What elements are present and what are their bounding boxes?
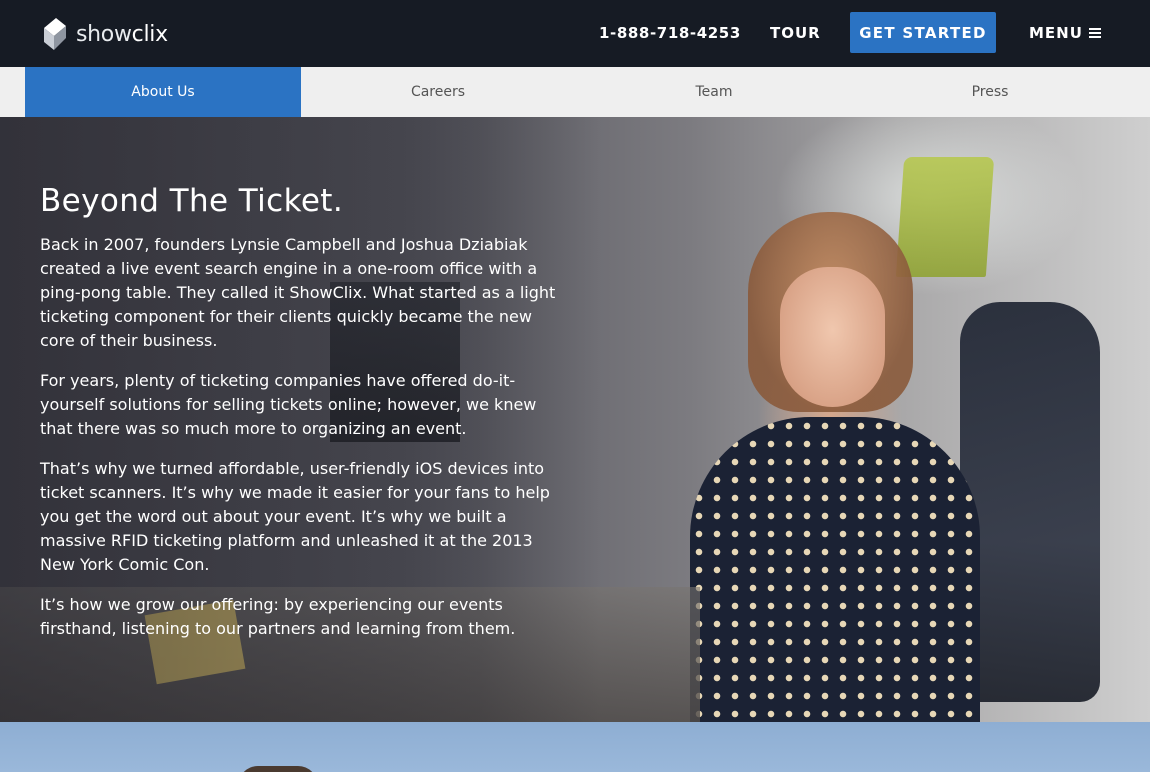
hero-title: Beyond The Ticket. — [40, 183, 344, 219]
chair-shape — [960, 302, 1100, 702]
showclix-logo[interactable]: showclix — [40, 16, 168, 52]
tour-link[interactable]: TOUR — [770, 24, 821, 42]
hero-paragraph: Back in 2007, founders Lynsie Campbell a… — [40, 235, 556, 350]
phone-number-link[interactable]: 1-888-718-4253 — [599, 24, 741, 42]
sub-navigation: About Us Careers Team Press — [0, 67, 1150, 117]
menu-label: MENU — [1029, 24, 1083, 42]
hero-paragraph: That’s why we turned affordable, user-fr… — [40, 459, 550, 574]
hero-content: Beyond The Ticket. Back in 2007, founder… — [40, 183, 560, 657]
logo-wordmark: showclix — [76, 22, 168, 47]
hamburger-icon — [1088, 28, 1101, 38]
hero-paragraph: It’s how we grow our offering: by experi… — [40, 595, 516, 638]
tab-careers[interactable]: Careers — [300, 67, 576, 117]
top-navigation-bar: showclix 1-888-718-4253 TOUR GET STARTED… — [0, 0, 1150, 67]
hero-section: Beyond The Ticket. Back in 2007, founder… — [0, 117, 1150, 722]
tab-team[interactable]: Team — [576, 67, 852, 117]
lamp-shape — [895, 157, 995, 277]
get-started-button[interactable]: GET STARTED — [850, 12, 996, 53]
menu-button[interactable]: MENU — [1029, 24, 1101, 42]
logo-text-bold: clix — [131, 21, 168, 47]
logo-text-light: show — [76, 21, 132, 47]
showclix-logo-icon — [44, 18, 66, 50]
tab-press[interactable]: Press — [852, 67, 1128, 117]
hero-paragraph: For years, plenty of ticketing companies… — [40, 371, 537, 438]
next-section-photo — [0, 722, 1150, 772]
person-head-shape — [238, 766, 318, 772]
person-face-shape — [780, 267, 885, 407]
person-body-shape — [690, 417, 980, 722]
tab-about-us[interactable]: About Us — [25, 67, 301, 117]
